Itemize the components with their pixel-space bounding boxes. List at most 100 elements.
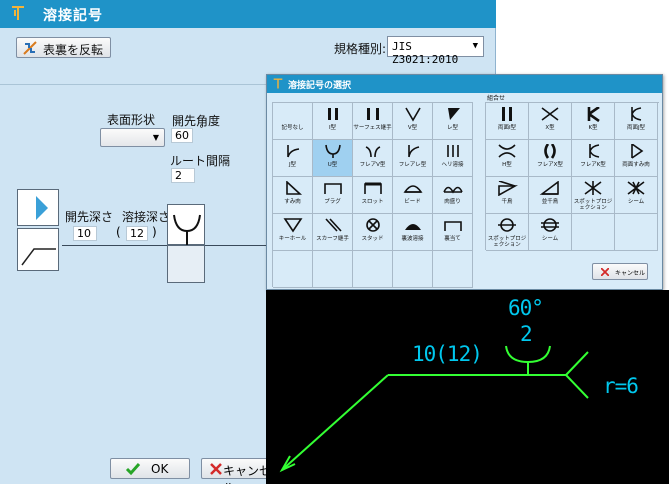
basic-symbol-cell[interactable]: 裏波溶接 (393, 214, 433, 251)
preview-radius: r=6 (603, 374, 639, 398)
basic-symbol-label: V型 (407, 125, 418, 131)
check-icon (125, 463, 141, 476)
ok-label: OK (151, 462, 169, 476)
basic-symbol-cell[interactable]: プラグ (313, 177, 353, 214)
popup-cancel-label: キャンセル (615, 270, 646, 277)
basic-symbol-cell[interactable]: U型 (313, 140, 353, 177)
basic-symbol-label: J型 (288, 162, 297, 168)
u-groove-icon (324, 144, 341, 158)
basic-symbol-label: 裏波溶接 (401, 236, 424, 242)
flip-face-label: 表裏を反転 (43, 43, 104, 57)
v-groove-icon (404, 107, 421, 122)
standard-type-value: JIS Z3021:2010 (392, 40, 459, 66)
combo-symbol-cell[interactable]: K型 (572, 103, 615, 140)
groove-angle-input[interactable]: 60 (171, 128, 193, 143)
basic-symbol-label: スカーフ継手 (316, 236, 349, 242)
basic-symbol-cell[interactable]: ヘリ溶接 (433, 140, 473, 177)
reference-line (62, 245, 266, 246)
basic-symbol-cell[interactable]: フレアV型 (353, 140, 393, 177)
groove-depth-label: 開先深さ (65, 210, 114, 224)
basic-symbol-cell[interactable]: レ型 (433, 103, 473, 140)
combo-symbol-cell[interactable]: 両面すみ肉 (615, 140, 658, 177)
keyhole-icon (283, 218, 302, 233)
spot-projection-icon (584, 181, 602, 195)
flag-icon (36, 196, 48, 220)
standard-type-select[interactable]: JIS Z3021:2010 ▼ (387, 36, 484, 66)
basic-symbol-cell[interactable]: 裏当て (433, 214, 473, 251)
combo-symbol-cell (615, 214, 658, 251)
combo-symbol-cell[interactable]: 両面J型 (615, 103, 658, 140)
flip-face-button[interactable]: 表裏を反転 (16, 37, 111, 58)
root-gap-label: ルート間隔 (170, 154, 231, 168)
combo-symbol-cell[interactable]: シーム (529, 214, 572, 251)
popup-title-bar[interactable]: 溶接記号の選択 (267, 75, 662, 93)
basic-symbol-label: サーフェス継手 (353, 125, 392, 131)
spot-projection-2-icon (498, 218, 516, 232)
combo-symbol-cell[interactable]: スポットプロジェクション (486, 214, 529, 251)
weld-symbol-slot-bottom[interactable] (167, 245, 205, 283)
combo-symbol-cell[interactable]: 千鳥 (486, 177, 529, 214)
u-groove-icon (173, 214, 201, 245)
basic-symbol-cell[interactable]: キーホール (273, 214, 313, 251)
basic-symbol-label: 裏当て (444, 236, 461, 242)
app-logo-icon (273, 78, 283, 89)
ok-button[interactable]: OK (110, 458, 190, 479)
combo-symbol-label: スポットプロジェクション (573, 199, 613, 211)
basic-symbol-cell (273, 251, 313, 288)
app-root: 溶接記号 表裏を反転 規格種別: JIS Z3021:2010 ▼ 表面形状 ▼… (0, 0, 669, 484)
basic-symbol-cell[interactable]: 肉盛り (433, 177, 473, 214)
combo-symbol-cell[interactable]: 両面I型 (486, 103, 529, 140)
basic-symbol-cell[interactable]: I型 (313, 103, 353, 140)
weld-depth-label: 溶接深さ (122, 210, 171, 224)
arrow-side-tab[interactable] (17, 189, 59, 226)
basic-symbol-cell[interactable]: スタッド (353, 214, 393, 251)
basic-symbol-label: スタッド (361, 236, 384, 242)
combo-symbol-label: 並千鳥 (541, 199, 559, 205)
basic-symbol-cell[interactable]: サーフェス継手 (353, 103, 393, 140)
combo-symbol-cell[interactable]: シーム (615, 177, 658, 214)
back-bead-icon (404, 224, 421, 230)
basic-symbol-label: キーホール (278, 236, 307, 242)
combo-symbol-cell[interactable]: H型 (486, 140, 529, 177)
basic-symbol-cell[interactable]: V型 (393, 103, 433, 140)
combination-symbol-grid: 両面I型 X型 K型 両面J型 H型 フレアX型 フレアK型 両面すみ肉 千鳥 並千鳥 スポットプロ… (485, 102, 659, 251)
x-groove-icon (541, 107, 559, 121)
weld-depth-input[interactable]: 12 (126, 226, 148, 241)
root-gap-input[interactable]: 2 (171, 168, 195, 183)
combo-symbol-label: X型 (545, 125, 555, 131)
bevel-groove-icon (447, 108, 460, 120)
basic-symbol-cell[interactable]: フレアレ型 (393, 140, 433, 177)
combo-symbol-cell[interactable]: 並千鳥 (529, 177, 572, 214)
combo-symbol-cell[interactable]: フレアK型 (572, 140, 615, 177)
groove-depth-input[interactable]: 10 (73, 226, 97, 241)
basic-symbol-label: フレアV型 (359, 162, 386, 168)
double-j-icon (631, 107, 642, 121)
combo-symbol-label: K型 (588, 125, 598, 131)
popup-cancel-button[interactable]: キャンセル (592, 263, 648, 280)
basic-symbol-label: 肉盛り (444, 199, 461, 205)
parallel-staggered-icon (539, 181, 559, 195)
combo-symbol-cell[interactable]: スポットプロジェクション (572, 177, 615, 214)
basic-symbol-cell[interactable]: すみ肉 (273, 177, 313, 214)
combo-symbol-label: H型 (502, 162, 512, 168)
flare-bevel-icon (407, 145, 419, 158)
combo-symbol-cell[interactable]: フレアX型 (529, 140, 572, 177)
weld-symbol-slot-top[interactable] (167, 204, 205, 245)
fillet-icon (285, 181, 302, 195)
surface-shape-select[interactable]: ▼ (100, 128, 165, 147)
basic-symbol-label: U型 (327, 162, 338, 168)
seam-2-icon (541, 218, 559, 232)
combo-symbol-cell[interactable]: X型 (529, 103, 572, 140)
other-side-tab[interactable] (17, 228, 59, 271)
app-logo-icon (12, 6, 24, 20)
staggered-icon (498, 181, 518, 196)
title-bar[interactable]: 溶接記号 (0, 0, 496, 28)
basic-symbol-cell[interactable]: J型 (273, 140, 313, 177)
double-i-icon (502, 107, 512, 121)
preview-root-gap: 2 (520, 322, 533, 346)
basic-symbol-cell[interactable]: ビード (393, 177, 433, 214)
flip-icon (23, 41, 37, 55)
basic-symbol-cell[interactable]: スカーフ継手 (313, 214, 353, 251)
basic-symbol-cell[interactable]: 記号なし (273, 103, 313, 140)
basic-symbol-cell[interactable]: スロット (353, 177, 393, 214)
